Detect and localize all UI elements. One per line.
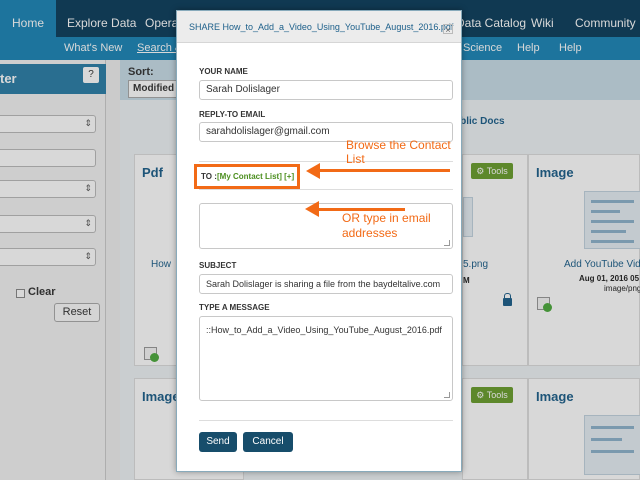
annotation-arrow [318, 169, 450, 172]
message-label: TYPE A MESSAGE [199, 303, 270, 312]
message-textarea[interactable]: ::How_to_Add_a_Video_Using_YouTube_Augus… [199, 316, 453, 401]
cancel-button[interactable]: Cancel [243, 432, 293, 452]
annotation-or-type: OR type in email addresses [342, 211, 431, 240]
contact-list-link[interactable]: [My Contact List] [+] [217, 172, 294, 181]
share-dialog: SHARE How_to_Add_a_Video_Using_YouTube_A… [176, 10, 462, 472]
divider [199, 420, 453, 421]
your-name-label: YOUR NAME [199, 67, 248, 76]
resize-grip-icon[interactable] [444, 392, 450, 398]
subject-label: SUBJECT [199, 261, 237, 270]
send-button[interactable]: Send [199, 432, 237, 452]
annotation-browse: Browse the Contact List [346, 138, 451, 166]
annotation-arrow [317, 208, 405, 211]
to-label: TO : [201, 172, 217, 181]
dialog-title: SHARE How_to_Add_a_Video_Using_YouTube_A… [189, 22, 454, 32]
close-icon[interactable]: × [443, 24, 453, 35]
subject-field[interactable]: Sarah Dolislager is sharing a file from … [199, 274, 453, 294]
divider [199, 189, 453, 190]
your-name-field[interactable]: Sarah Dolislager [199, 80, 453, 100]
to-recipient-box: TO : [My Contact List] [+] [194, 164, 300, 189]
reply-to-label: REPLY-TO EMAIL [199, 110, 266, 119]
dialog-title-bar: SHARE How_to_Add_a_Video_Using_YouTube_A… [177, 11, 461, 43]
message-text: ::How_to_Add_a_Video_Using_YouTube_Augus… [206, 325, 442, 335]
